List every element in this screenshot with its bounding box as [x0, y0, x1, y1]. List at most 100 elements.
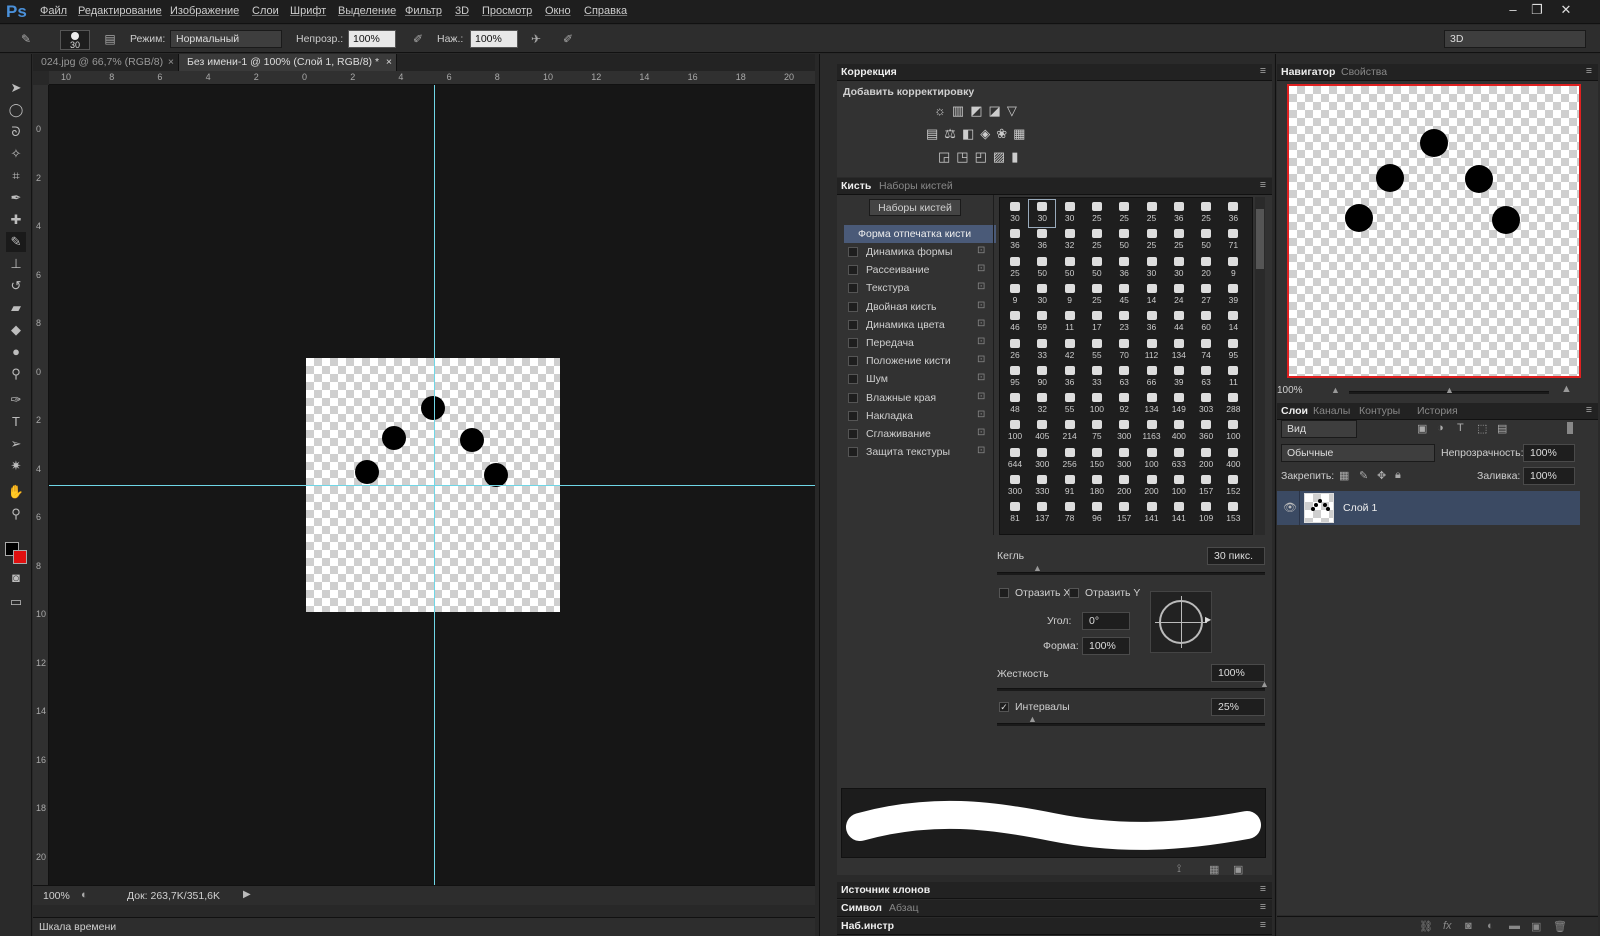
flip-y-checkbox[interactable] — [1069, 588, 1079, 598]
brush-tip-preset[interactable]: 25 — [1166, 227, 1192, 254]
status-menu-arrow-icon[interactable]: ▶ — [243, 889, 251, 900]
brush-tip-preset[interactable]: 25 — [1084, 227, 1110, 254]
brush-tip-preset[interactable]: 27 — [1193, 282, 1219, 309]
channel-mixer-icon[interactable]: ❀ — [996, 126, 1007, 142]
eraser-icon[interactable]: ▰ — [6, 298, 26, 318]
lock-icon[interactable]: ⊡ — [977, 300, 985, 311]
lock-transparency-icon[interactable]: ▦ — [1339, 469, 1349, 482]
brush-option-row[interactable]: Накладка ⊡ — [844, 407, 996, 425]
panel-menu-icon[interactable]: ≡ — [1260, 179, 1266, 191]
color-balance-icon[interactable]: ⚖ — [944, 126, 956, 142]
brush-tip-preset[interactable]: 36 — [1111, 255, 1137, 282]
brush-option-checkbox[interactable] — [848, 283, 858, 294]
brush-tip-preset[interactable]: 17 — [1084, 309, 1110, 336]
panel-menu-icon[interactable]: ≡ — [1260, 901, 1266, 913]
brush-tip-preset[interactable]: 200 — [1111, 473, 1137, 500]
vibrance-icon[interactable]: ▽ — [1007, 103, 1017, 119]
brush-option-checkbox[interactable] — [848, 265, 858, 276]
filter-toggle[interactable] — [1567, 422, 1573, 434]
brush-tool-active-icon[interactable]: ✎ — [6, 232, 26, 252]
layer-style-icon[interactable]: fx — [1443, 920, 1452, 932]
clone-source-title[interactable]: Источник клонов — [841, 884, 930, 896]
brush-tip-preset[interactable]: 36 — [1002, 227, 1028, 254]
brush-option-checkbox[interactable] — [848, 392, 858, 403]
tab-history[interactable]: История — [1417, 405, 1458, 417]
brush-tip-preset[interactable]: 78 — [1057, 500, 1083, 527]
brush-tool-icon[interactable]: ✎ — [18, 31, 34, 47]
layer-name[interactable]: Слой 1 — [1343, 502, 1377, 514]
lock-icon[interactable]: ⊡ — [977, 409, 985, 420]
color-lookup-icon[interactable]: ▦ — [1013, 126, 1025, 142]
brush-tip-preset[interactable]: 25 — [1139, 200, 1165, 227]
zoom-in-icon[interactable]: ▲ — [1561, 383, 1572, 395]
filter-adjustment-icon[interactable]: ◑ — [1437, 422, 1444, 434]
lasso-tool-icon[interactable]: ᘐ — [6, 122, 26, 142]
zoom-tool-icon[interactable]: ⚲ — [6, 504, 26, 524]
brush-presets-button[interactable]: Наборы кистей — [869, 199, 961, 216]
path-select-icon[interactable]: ➢ — [6, 434, 26, 454]
brush-tip-preset[interactable]: 11 — [1057, 309, 1083, 336]
brush-tip-preset[interactable]: 36 — [1029, 227, 1055, 254]
brush-option-row[interactable]: Защита текстуры ⊡ — [844, 443, 996, 461]
brush-tip-preset[interactable]: 39 — [1220, 282, 1246, 309]
brush-tip-preset[interactable]: 70 — [1111, 337, 1137, 364]
brush-option-checkbox[interactable] — [848, 301, 858, 312]
history-brush-icon[interactable]: ↺ — [6, 276, 26, 296]
lock-icon[interactable]: ⊡ — [977, 427, 985, 438]
brush-tip-preset[interactable]: 1163 — [1139, 418, 1165, 445]
spacing-checkbox[interactable]: ✓ — [999, 702, 1009, 712]
minimize-button[interactable]: – — [1502, 1, 1524, 21]
brush-tip-preset[interactable]: 55 — [1084, 337, 1110, 364]
brush-tip-preset[interactable]: 100 — [1166, 473, 1192, 500]
dodge-tool-icon[interactable]: ⚲ — [6, 364, 26, 384]
canvas-area[interactable] — [49, 85, 815, 885]
brush-tip-preset[interactable]: 32 — [1029, 391, 1055, 418]
brush-option-checkbox[interactable] — [848, 247, 858, 257]
menu-filter[interactable]: Фильтр — [405, 5, 442, 17]
selective-color-icon[interactable]: ▨ — [993, 149, 1005, 165]
brush-option-checkbox[interactable] — [848, 410, 858, 421]
screen-mode-icon[interactable]: ▭ — [6, 592, 26, 612]
eyedropper-icon[interactable]: ✒ — [6, 188, 26, 208]
tab-paragraph[interactable]: Абзац — [889, 902, 918, 914]
close-button[interactable]: ✕ — [1555, 1, 1577, 21]
invert-icon[interactable]: ◲ — [938, 149, 950, 165]
marquee-tool-icon[interactable]: ◯ — [6, 100, 26, 120]
brush-grid-icon[interactable]: ▦ — [1209, 863, 1219, 876]
menu-layers[interactable]: Слои — [252, 5, 279, 17]
brush-tip-preset[interactable]: 100 — [1002, 418, 1028, 445]
lock-icon[interactable]: ⊡ — [977, 354, 985, 365]
doc-tab-1[interactable]: 024.jpg @ 66,7% (RGB/8) × — [33, 54, 179, 71]
brush-tip-preset[interactable]: 92 — [1111, 391, 1137, 418]
brush-tip-preset[interactable]: 36 — [1139, 309, 1165, 336]
filter-shape-icon[interactable]: ⬚ — [1477, 422, 1487, 435]
brush-tip-preset[interactable]: 200 — [1139, 473, 1165, 500]
brush-tip-preset[interactable]: 180 — [1084, 473, 1110, 500]
brush-option-checkbox[interactable] — [848, 374, 858, 385]
blend-mode-select[interactable]: Обычные — [1281, 444, 1435, 462]
brush-option-row[interactable]: Шум ⊡ — [844, 370, 996, 388]
filter-smart-icon[interactable]: ▤ — [1497, 422, 1507, 435]
angle-field[interactable]: 0° — [1082, 612, 1130, 630]
brush-option-row[interactable]: Текстура ⊡ — [844, 279, 996, 297]
shape-tool-icon[interactable]: ✷ — [6, 456, 26, 476]
mode-select[interactable]: Нормальный — [170, 30, 282, 48]
tab-paths[interactable]: Контуры — [1359, 405, 1400, 417]
brush-option-row[interactable]: Двойная кисть ⊡ — [844, 298, 996, 316]
tab-channels[interactable]: Каналы — [1313, 405, 1350, 417]
fill-field[interactable]: 100% — [1523, 467, 1575, 485]
spacing-slider-handle[interactable]: ▲ — [1028, 714, 1037, 724]
brush-option-row[interactable]: Динамика формы ⊡ — [844, 243, 996, 261]
restore-button[interactable]: ❐ — [1526, 1, 1548, 21]
tab-brush[interactable]: Кисть — [841, 180, 871, 192]
lock-icon[interactable]: ⊡ — [977, 318, 985, 329]
brush-option-checkbox[interactable] — [848, 447, 858, 458]
brush-tip-preset[interactable]: 48 — [1002, 391, 1028, 418]
brush-tip-preset[interactable]: 66 — [1139, 364, 1165, 391]
new-layer-icon[interactable]: ▣ — [1531, 920, 1541, 933]
brush-preset-picker[interactable]: 30 — [60, 30, 90, 50]
panel-menu-icon[interactable]: ≡ — [1260, 883, 1266, 895]
brush-tip-preset[interactable]: 25 — [1111, 200, 1137, 227]
brush-tip-preset[interactable]: 153 — [1220, 500, 1246, 527]
brush-option-checkbox[interactable] — [848, 356, 858, 367]
